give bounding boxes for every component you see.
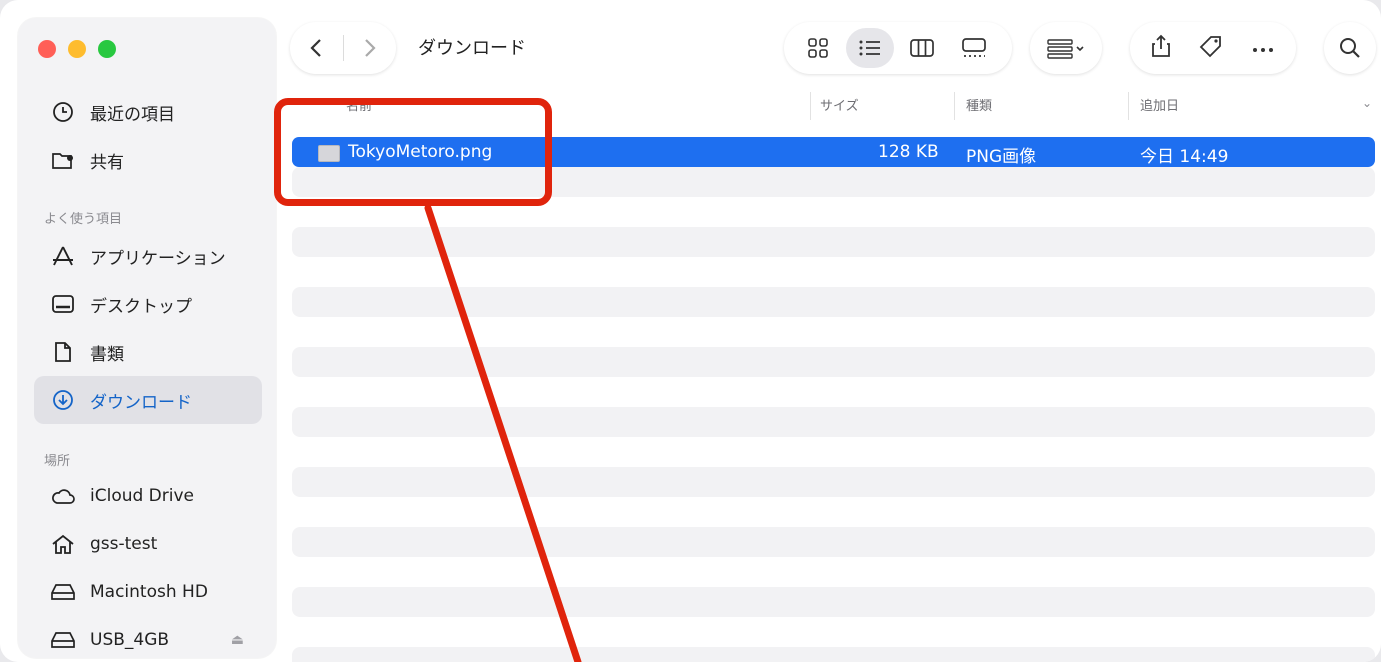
desktop-icon <box>50 291 76 317</box>
file-size: 128 KB <box>878 142 939 162</box>
document-icon <box>50 339 76 365</box>
sidebar-item-label: Macintosh HD <box>90 582 208 602</box>
chevron-right-icon <box>364 39 376 57</box>
sidebar-item-recents[interactable]: 最近の項目 <box>34 88 262 136</box>
sidebar-item-label: iCloud Drive <box>90 486 195 506</box>
download-icon <box>50 387 76 413</box>
sidebar: 最近の項目 共有 よく使う項目 アプリケーション デスクトップ 書類 ダウンロー… <box>18 18 276 658</box>
sidebar-item-label: 最近の項目 <box>90 104 175 125</box>
column-header-date-added[interactable]: 追加日 <box>1140 95 1179 114</box>
view-switcher <box>784 22 1012 74</box>
chevron-down-icon[interactable]: ⌄ <box>1362 96 1372 110</box>
icon-view-button[interactable] <box>794 28 842 68</box>
empty-row <box>292 647 1375 662</box>
window-title: ダウンロード <box>418 38 526 59</box>
file-kind: PNG画像 <box>966 147 1037 167</box>
sidebar-item-label: ダウンロード <box>90 392 192 413</box>
sidebar-item-shared[interactable]: 共有 <box>34 136 262 184</box>
column-header-size[interactable]: サイズ <box>820 95 859 114</box>
search-icon <box>1340 38 1360 58</box>
column-divider[interactable] <box>954 92 955 120</box>
gallery-icon <box>962 38 986 57</box>
empty-row <box>292 587 1375 617</box>
home-icon <box>50 531 76 557</box>
action-buttons <box>1130 22 1296 74</box>
sidebar-item-macintosh-hd[interactable]: Macintosh HD <box>34 568 262 616</box>
tag-button[interactable] <box>1198 34 1224 62</box>
navigation-buttons <box>290 22 396 74</box>
more-button[interactable] <box>1251 39 1275 58</box>
sidebar-item-label: 共有 <box>90 152 124 173</box>
sidebar-item-documents[interactable]: 書類 <box>34 328 262 376</box>
annotation-highlight-box <box>274 98 552 206</box>
zoom-window-button[interactable] <box>98 40 116 58</box>
empty-row <box>292 227 1375 257</box>
eject-icon[interactable]: ⏏ <box>231 632 244 648</box>
sidebar-item-downloads[interactable]: ダウンロード <box>34 376 262 424</box>
drive-icon <box>50 627 76 653</box>
minimize-window-button[interactable] <box>68 40 86 58</box>
shared-folder-icon <box>50 147 76 173</box>
favorites-heading: よく使う項目 <box>44 212 123 227</box>
file-date-added: 今日 14:49 <box>1140 147 1229 167</box>
group-by-button[interactable] <box>1030 22 1102 74</box>
column-header-kind[interactable]: 種類 <box>966 95 992 114</box>
group-icon <box>1047 39 1084 59</box>
empty-row <box>292 527 1375 557</box>
empty-row <box>292 407 1375 437</box>
back-button[interactable] <box>290 22 343 74</box>
locations-heading: 場所 <box>44 454 71 469</box>
cloud-icon <box>50 483 76 509</box>
drive-icon <box>50 579 76 605</box>
sidebar-item-label: gss-test <box>90 534 158 554</box>
empty-row <box>292 347 1375 377</box>
column-view-button[interactable] <box>898 28 946 68</box>
tag-icon <box>1199 36 1221 58</box>
list-icon <box>859 40 880 56</box>
sidebar-item-label: 書類 <box>90 344 124 365</box>
sidebar-item-usb-4gb[interactable]: USB_4GB ⏏ <box>34 616 262 662</box>
chevron-left-icon <box>310 39 322 57</box>
grid-icon <box>808 38 828 58</box>
sidebar-item-home[interactable]: gss-test <box>34 520 262 568</box>
columns-icon <box>910 39 934 57</box>
empty-row <box>292 287 1375 317</box>
share-icon <box>1152 34 1171 57</box>
sidebar-item-label: USB_4GB <box>90 630 170 650</box>
sidebar-item-desktop[interactable]: デスクトップ <box>34 280 262 328</box>
sidebar-item-label: アプリケーション <box>90 248 226 269</box>
more-icon <box>1252 47 1273 52</box>
close-window-button[interactable] <box>38 40 56 58</box>
sidebar-item-label: デスクトップ <box>90 296 192 317</box>
gallery-view-button[interactable] <box>950 28 998 68</box>
clock-icon <box>50 99 76 125</box>
empty-row <box>292 467 1375 497</box>
sidebar-item-applications[interactable]: アプリケーション <box>34 232 262 280</box>
forward-button[interactable] <box>343 22 396 74</box>
list-view-button[interactable] <box>846 28 894 68</box>
column-divider[interactable] <box>810 92 811 120</box>
finder-window: 最近の項目 共有 よく使う項目 アプリケーション デスクトップ 書類 ダウンロー… <box>0 0 1381 662</box>
share-button[interactable] <box>1151 34 1171 62</box>
applications-icon <box>50 243 76 269</box>
window-controls <box>38 40 116 58</box>
sidebar-item-icloud-drive[interactable]: iCloud Drive <box>34 472 262 520</box>
search-button[interactable] <box>1324 22 1376 74</box>
column-divider[interactable] <box>1128 92 1129 120</box>
